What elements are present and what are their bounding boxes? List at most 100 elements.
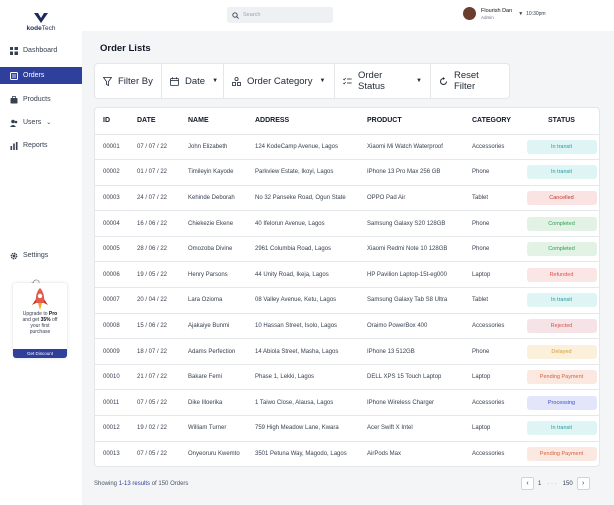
filter-by-button[interactable]: Filter By	[95, 64, 162, 98]
cell-name: Ajakaiye Bunmi	[188, 322, 230, 329]
cell-name: Bakare Femi	[188, 374, 223, 381]
cell-address: 14 Abiola Street, Masha, Lagos	[255, 348, 339, 355]
column-header-category[interactable]: CATEGORY	[464, 108, 522, 134]
order-category-dropdown[interactable]: Order Category ▼	[224, 64, 335, 98]
get-discount-button[interactable]: Get Discount	[13, 349, 67, 358]
table-row[interactable]: 00003 24 / 07 / 22 Kehinde Deborah No 32 Pa…	[95, 185, 599, 211]
cell-product: Samsung Galaxy Tab S8 Ultra	[367, 297, 448, 304]
top-bar: Search Flourish Dan Admin ▼ 10:30pm	[82, 0, 614, 31]
chevron-down-icon: ▼	[212, 78, 219, 84]
cell-category: Phone	[472, 348, 490, 355]
cell-address: 2961 Columbia Road, Lagos	[255, 246, 332, 253]
cell-name: Omozoba Divine	[188, 246, 233, 253]
cell-product: IPhone 13 512GB	[367, 348, 415, 355]
cell-id: 00005	[103, 246, 120, 253]
cell-date: 18 / 07 / 22	[137, 348, 168, 355]
avatar	[463, 7, 476, 20]
sidebar-item-label: Reports	[23, 142, 48, 149]
cell-status: Completed	[522, 236, 599, 262]
sidebar-item-orders[interactable]: Orders	[0, 67, 82, 84]
column-header-address[interactable]: ADDRESS	[247, 108, 359, 134]
reset-filter-button[interactable]: Reset Filter	[431, 64, 509, 98]
status-badge: Completed	[526, 216, 597, 231]
user-role: Admin	[481, 14, 494, 20]
chevron-down-icon: ▼	[416, 78, 422, 84]
upgrade-promo-card: Upgrade to Pro and get 35% off your firs…	[13, 283, 67, 358]
table-row[interactable]: 00009 18 / 07 / 22 Adams Perfection 14 Abio…	[95, 338, 599, 365]
cell-category: Phone	[472, 246, 490, 253]
orders-table: ID DATE NAME ADDRESS PRODUCT CATEGORY ST…	[94, 107, 600, 467]
cell-id: 00007	[103, 297, 120, 304]
table-row[interactable]: 00007 20 / 04 / 22 Lara Ozioma 08 Valley Av…	[95, 287, 599, 314]
cell-status: Delayed	[522, 339, 599, 365]
cell-address: 3501 Petuna Way, Magodo, Lagos	[255, 451, 347, 458]
column-header-id[interactable]: ID	[95, 108, 129, 134]
sidebar-item-dashboard[interactable]: Dashboard	[0, 42, 82, 59]
cell-name: Henry Parsons	[188, 271, 228, 278]
cell-status: Processing	[522, 390, 599, 416]
sidebar-item-products[interactable]: Products	[0, 91, 82, 108]
order-status-label: Order Status	[358, 70, 385, 92]
table-row[interactable]: 00011 07 / 05 / 22 Dike Illoerika 1 Taiwo C…	[95, 389, 599, 416]
chevron-down-icon: ⌄	[46, 120, 52, 126]
cell-name: Adams Perfection	[188, 348, 236, 355]
table-row[interactable]: 00001 07 / 07 / 22 John Elizabeth 124 KodeC…	[95, 134, 599, 160]
cell-date: 21 / 07 / 22	[137, 374, 168, 381]
cell-status: Refunded	[522, 262, 599, 288]
cell-product: Xiaomi Mi Watch Waterproof	[367, 143, 443, 150]
cell-category: Phone	[472, 220, 490, 227]
table-row[interactable]: 00013 07 / 05 / 22 Onyeoruru Kwemto 3501 Pe…	[95, 441, 599, 466]
column-header-status[interactable]: STATUS	[522, 108, 599, 134]
next-page-button[interactable]: ›	[576, 477, 590, 490]
brand-logo[interactable]: kodeTech	[25, 13, 57, 32]
promo-text: Upgrade to Pro and get 35% off your firs…	[22, 311, 58, 335]
status-badge: In transit	[526, 421, 597, 436]
chevron-down-icon: ▼	[518, 10, 524, 17]
cell-id: 00008	[103, 322, 120, 329]
cell-category: Tablet	[472, 297, 489, 304]
cell-date: 28 / 06 / 22	[137, 246, 168, 253]
cell-date: 07 / 07 / 22	[137, 143, 168, 150]
table-row[interactable]: 00004 16 / 06 / 22 Chiekezie Ekene 40 Ifelo…	[95, 210, 599, 237]
cell-category: Laptop	[472, 425, 491, 432]
cell-id: 00010	[103, 374, 120, 381]
column-header-product[interactable]: PRODUCT	[359, 108, 464, 134]
table-row[interactable]: 00006 19 / 05 / 22 Henry Parsons 44 Unity R…	[95, 261, 599, 288]
chevron-down-icon: ▼	[319, 78, 326, 84]
order-status-dropdown[interactable]: Order Status ▼	[335, 64, 431, 98]
table-row[interactable]: 00005 28 / 06 / 22 Omozoba Divine 2961 Colu…	[95, 236, 599, 262]
page-number-1[interactable]: 1	[538, 481, 541, 487]
table-row[interactable]: 00002 01 / 07 / 22 Timileyin Kayode Parkvie…	[95, 159, 599, 186]
cell-name: Onyeoruru Kwemto	[188, 451, 240, 458]
cell-address: 759 High Meadow Lane, Kwara	[255, 425, 339, 432]
cell-status: Rejected	[522, 313, 599, 339]
table-row[interactable]: 00008 15 / 06 / 22 Ajakaiye Bunmi 10 Hassan…	[95, 313, 599, 339]
sidebar-item-reports[interactable]: Reports	[0, 137, 82, 154]
cell-status: Pending Payment	[522, 364, 599, 390]
cell-status: Pending Payment	[522, 441, 599, 466]
cell-date: 24 / 07 / 22	[137, 194, 168, 201]
column-header-date[interactable]: DATE	[129, 108, 180, 134]
user-menu[interactable]: Flourish Dan Admin ▼ 10:30pm	[463, 7, 546, 20]
sidebar-item-users[interactable]: Users ⌄	[0, 114, 82, 131]
page-ellipsis: · · ·	[547, 480, 557, 487]
cell-id: 00013	[103, 451, 120, 458]
page-number-last[interactable]: 150	[563, 481, 573, 487]
cell-address: No 32 Panseke Road, Ogun State	[255, 194, 346, 201]
table-row[interactable]: 00010 21 / 07 / 22 Bakare Femi Phase 1, Lek…	[95, 364, 599, 390]
previous-page-button[interactable]: ‹	[521, 477, 534, 490]
column-header-name[interactable]: NAME	[180, 108, 247, 134]
status-badge: Delayed	[526, 344, 597, 359]
reset-icon	[439, 76, 448, 86]
sidebar-item-settings[interactable]: Settings	[0, 247, 82, 264]
status-badge: Rejected	[526, 318, 597, 333]
cell-name: Kehinde Deborah	[188, 194, 235, 201]
gear-icon	[10, 252, 18, 260]
cell-date: 19 / 02 / 22	[137, 425, 168, 432]
cell-status: In transit	[522, 288, 599, 314]
products-icon	[10, 95, 18, 104]
date-filter-dropdown[interactable]: Date ▼	[162, 64, 224, 98]
table-row[interactable]: 00012 19 / 02 / 22 William Turner 759 High …	[95, 415, 599, 442]
search-input[interactable]: Search	[227, 7, 333, 23]
cell-category: Tablet	[472, 194, 489, 201]
